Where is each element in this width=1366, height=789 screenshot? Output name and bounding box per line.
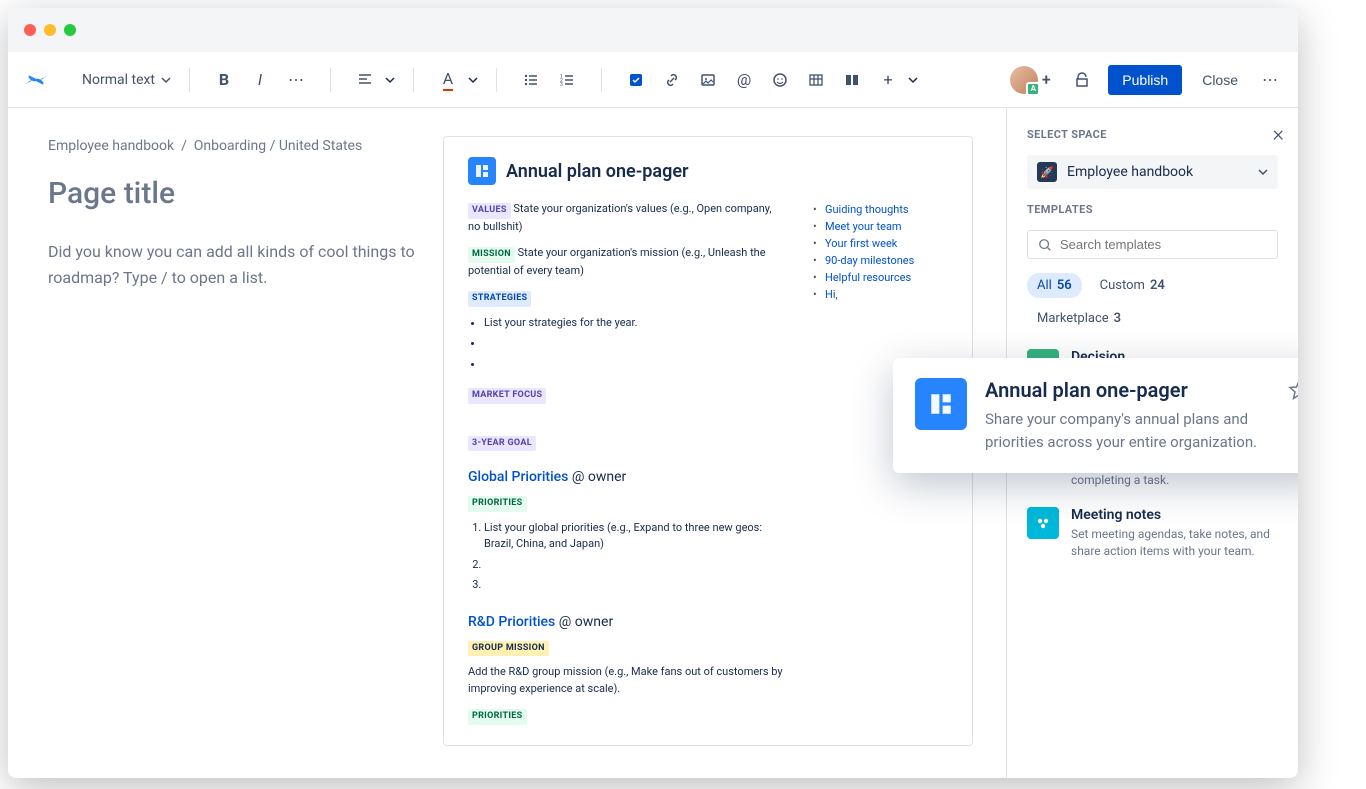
search-icon (1038, 238, 1052, 252)
strategies-tag: STRATEGIES (468, 291, 531, 307)
mention-button[interactable]: @ (728, 64, 760, 96)
chevron-down-icon (908, 75, 918, 85)
emoji-button[interactable] (764, 64, 796, 96)
link-button[interactable] (656, 64, 688, 96)
window-zoom-dot[interactable] (64, 24, 76, 36)
goal-tag: 3-YEAR GOAL (468, 436, 536, 452)
mac-titlebar (8, 8, 1298, 52)
values-text: State your organization's values (e.g., … (468, 202, 772, 233)
align-dropdown[interactable] (349, 64, 381, 96)
template-hover-card[interactable]: Annual plan one-pager Share your company… (893, 358, 1298, 473)
mission-tag: MISSION (468, 247, 515, 263)
editor-toolbar: Normal text B I ⋯ A 123 @ (8, 52, 1298, 108)
template-icon (915, 378, 967, 430)
user-avatar[interactable]: A (1010, 66, 1038, 94)
filter-chip-all[interactable]: All 56 (1027, 273, 1082, 298)
template-item-title: Meeting notes (1071, 507, 1278, 523)
template-item-icon (1027, 507, 1059, 539)
more-actions-button[interactable]: ⋯ (1258, 66, 1282, 93)
hover-card-description: Share your company's annual plans and pr… (985, 408, 1269, 453)
template-preview-title: Annual plan one-pager (506, 161, 689, 182)
templates-search[interactable] (1027, 230, 1278, 259)
close-button[interactable]: Close (1192, 65, 1248, 95)
text-style-dropdown[interactable]: Normal text (72, 68, 181, 92)
bullet-list-button[interactable] (515, 64, 547, 96)
template-icon (468, 157, 496, 185)
list-item (484, 555, 783, 576)
preview-toc-link[interactable]: Hi, (813, 286, 948, 303)
template-item[interactable]: Meeting notes Set meeting agendas, take … (1027, 507, 1278, 560)
window-minimize-dot[interactable] (44, 24, 56, 36)
global-priorities-heading: Global Priorities (468, 469, 568, 485)
chevron-down-icon (468, 75, 478, 85)
owner-mention: @ owner (559, 614, 613, 630)
text-style-label: Normal text (82, 72, 155, 88)
insert-dropdown[interactable]: + (872, 64, 904, 96)
template-filters: All 56 Custom 24 Marketplace 3 (1027, 273, 1278, 331)
image-button[interactable] (692, 64, 724, 96)
preview-toc-link[interactable]: 90-day milestones (813, 252, 948, 269)
owner-mention: @ owner (572, 469, 626, 485)
templates-label: TEMPLATES (1027, 203, 1278, 216)
breadcrumb-space[interactable]: Employee handbook (48, 138, 174, 154)
chevron-down-icon (161, 75, 171, 85)
group-mission-tag: GROUP MISSION (468, 641, 549, 657)
close-icon[interactable]: × (1272, 122, 1284, 147)
space-icon: 🚀 (1037, 162, 1057, 182)
filter-chip-marketplace[interactable]: Marketplace 3 (1027, 306, 1131, 331)
restrictions-button[interactable] (1066, 64, 1098, 96)
preview-toc-link[interactable]: Guiding thoughts (813, 201, 948, 218)
space-selector[interactable]: 🚀 Employee handbook (1027, 155, 1278, 189)
confluence-logo-icon (24, 68, 48, 92)
text-color-button[interactable]: A (432, 64, 464, 96)
values-tag: VALUES (468, 203, 511, 219)
svg-text:3: 3 (560, 82, 563, 88)
preview-toc-link[interactable]: Meet your team (813, 218, 948, 235)
rd-text: Add the R&D group mission (e.g., Make fa… (468, 664, 783, 697)
star-icon[interactable] (1287, 378, 1298, 402)
filter-chip-custom[interactable]: Custom 24 (1090, 273, 1175, 298)
layouts-button[interactable] (836, 64, 868, 96)
window-close-dot[interactable] (24, 24, 36, 36)
hover-card-title: Annual plan one-pager (985, 378, 1269, 402)
italic-button[interactable]: I (244, 64, 276, 96)
market-tag: MARKET FOCUS (468, 388, 546, 404)
editor-placeholder-hint: Did you know you can add all kinds of co… (48, 239, 448, 290)
numbered-list-button[interactable]: 123 (551, 64, 583, 96)
strategies-item: List your strategies for the year. (484, 313, 783, 334)
list-item (484, 333, 783, 354)
priorities-tag: PRIORITIES (468, 496, 527, 512)
publish-button[interactable]: Publish (1108, 65, 1182, 95)
preview-toc-link[interactable]: Helpful resources (813, 269, 948, 286)
action-item-button[interactable] (620, 64, 652, 96)
preview-toc-link[interactable]: Your first week (813, 235, 948, 252)
list-item (484, 354, 783, 375)
table-button[interactable] (800, 64, 832, 96)
bold-button[interactable]: B (208, 64, 240, 96)
template-item-description: Set meeting agendas, take notes, and sha… (1071, 526, 1278, 560)
chevron-down-icon (1258, 167, 1268, 177)
rd-priorities-heading: R&D Priorities (468, 614, 555, 630)
select-space-label: SELECT SPACE (1027, 128, 1278, 141)
more-formatting-button[interactable]: ⋯ (280, 64, 312, 96)
presence-badge: A (1026, 82, 1040, 96)
breadcrumb-path: Onboarding / United States (194, 138, 362, 154)
space-name: Employee handbook (1067, 164, 1248, 180)
search-input[interactable] (1060, 237, 1267, 252)
priorities-tag: PRIORITIES (468, 709, 527, 725)
list-item (484, 575, 783, 596)
global-item: List your global priorities (e.g., Expan… (484, 518, 783, 555)
chevron-down-icon (385, 75, 395, 85)
